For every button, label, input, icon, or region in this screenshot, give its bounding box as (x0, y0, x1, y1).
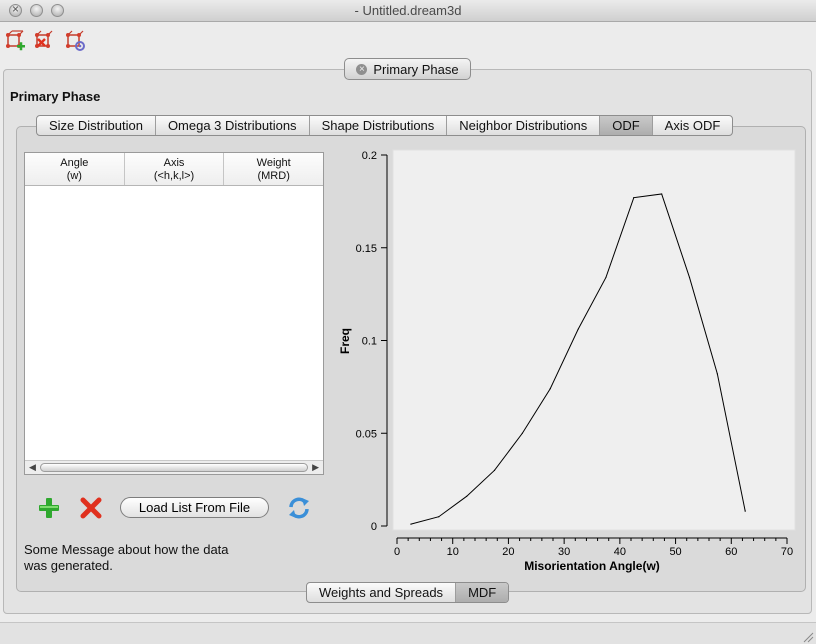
mdf-weights-table[interactable]: Angle (w) Axis (<h,k,l>) Weight (MRD) ◀ … (24, 152, 324, 475)
x-tick-label: 10 (447, 546, 459, 558)
mdf-data-point (466, 495, 468, 497)
scrollbar-thumb[interactable] (40, 463, 308, 472)
y-tick-label: 0.15 (356, 243, 377, 255)
add-phase-icon[interactable] (4, 30, 26, 52)
status-message: Some Message about how the data was gene… (24, 542, 229, 573)
refresh-icon[interactable] (286, 495, 312, 521)
status-bar (0, 622, 816, 644)
y-tick-label: 0.05 (356, 428, 377, 440)
mdf-data-point (577, 328, 579, 330)
mdf-data-point (410, 523, 412, 525)
mdf-data-point (716, 373, 718, 375)
mdf-data-point (633, 197, 635, 199)
mdf-data-point (744, 510, 746, 512)
tab-axis-odf[interactable]: Axis ODF (653, 116, 733, 135)
tab-shape-distributions[interactable]: Shape Distributions (310, 116, 448, 135)
y-tick-label: 0.1 (362, 336, 377, 348)
mdf-tab-bar: Weights and Spreads MDF (306, 582, 510, 603)
mdf-data-point (549, 388, 551, 390)
window-titlebar: - Untitled.dream3d (0, 0, 816, 22)
x-tick-label: 0 (394, 546, 400, 558)
plot-canvas (392, 149, 796, 531)
x-tick-label: 20 (502, 546, 514, 558)
column-header-weight[interactable]: Weight (MRD) (224, 153, 323, 185)
x-tick-label: 50 (669, 546, 681, 558)
mdf-data-point (521, 432, 523, 434)
column-header-axis[interactable]: Axis (<h,k,l>) (125, 153, 225, 185)
phase-group-tab[interactable]: × Primary Phase (344, 58, 471, 80)
y-axis-label: Freq (338, 328, 352, 354)
scroll-left-icon[interactable]: ◀ (29, 462, 36, 473)
column-header-angle[interactable]: Angle (w) (25, 153, 125, 185)
x-axis-label: Misorientation Angle(w) (524, 559, 660, 573)
remove-row-icon[interactable] (78, 495, 104, 521)
mdf-plot: 0 0.05 0.1 0.15 0.2 0 10 20 30 40 50 60 70 Freq Mis… (338, 149, 796, 573)
distribution-tab-bar: Size Distribution Omega 3 Distributions … (36, 115, 734, 136)
mdf-data-point (688, 276, 691, 279)
mdf-data-point (605, 276, 607, 279)
horizontal-scrollbar[interactable]: ◀ ▶ (25, 460, 323, 474)
tab-weights-and-spreads[interactable]: Weights and Spreads (307, 583, 457, 602)
mdf-data-point (438, 516, 440, 518)
resize-grip-icon[interactable] (800, 629, 814, 643)
load-list-from-file-button[interactable]: Load List From File (120, 497, 269, 518)
x-tick-label: 40 (614, 546, 626, 558)
scroll-right-icon[interactable]: ▶ (312, 462, 319, 473)
window-title: - Untitled.dream3d (354, 3, 462, 18)
y-tick-label: 0 (371, 521, 377, 533)
x-tick-label: 70 (781, 546, 793, 558)
close-tab-icon[interactable]: × (356, 63, 368, 75)
phase-group-tab-label: Primary Phase (373, 61, 459, 77)
y-tick-label: 0.2 (362, 150, 377, 162)
x-tick-label: 30 (558, 546, 570, 558)
phase-title: Primary Phase (10, 89, 101, 104)
add-row-icon[interactable] (36, 495, 62, 521)
x-tick-label: 60 (725, 546, 737, 558)
tab-odf[interactable]: ODF (600, 116, 653, 135)
tab-neighbor-distributions[interactable]: Neighbor Distributions (447, 116, 601, 135)
tab-omega3-distributions[interactable]: Omega 3 Distributions (156, 116, 310, 135)
remove-phase-icon[interactable] (33, 30, 55, 52)
mdf-data-point (493, 469, 496, 471)
mdf-data-point (661, 193, 663, 195)
edit-phase-icon[interactable] (64, 30, 86, 52)
x-ticks: 0 10 20 30 40 50 60 70 (394, 538, 793, 558)
tab-mdf[interactable]: MDF (456, 583, 509, 602)
table-header: Angle (w) Axis (<h,k,l>) Weight (MRD) (25, 153, 323, 186)
tab-size-distribution[interactable]: Size Distribution (37, 116, 156, 135)
y-ticks: 0 0.05 0.1 0.15 0.2 (356, 150, 387, 533)
